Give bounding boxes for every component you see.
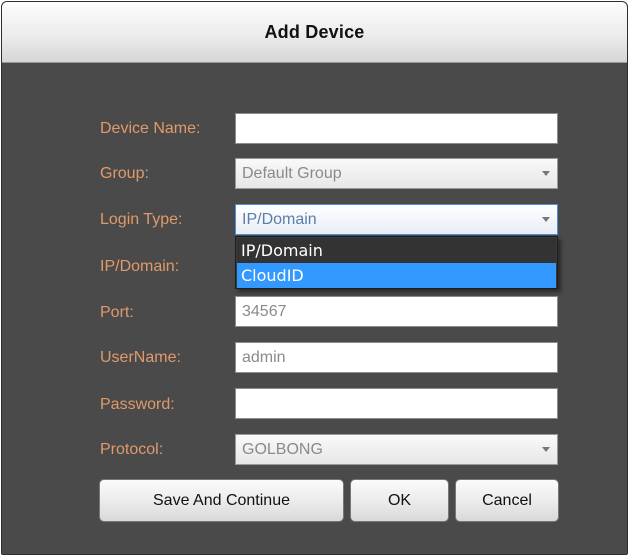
dialog-titlebar[interactable]: Add Device xyxy=(2,2,627,63)
chevron-down-icon xyxy=(542,447,550,452)
device-name-input[interactable] xyxy=(235,113,558,144)
dropdown-option-ip-domain[interactable]: IP/Domain xyxy=(237,238,556,263)
password-label: Password: xyxy=(100,396,175,413)
port-label: Port: xyxy=(100,304,134,321)
port-input[interactable]: 34567 xyxy=(235,296,558,327)
login-type-select[interactable]: IP/Domain xyxy=(235,204,558,235)
dialog-title: Add Device xyxy=(264,21,365,42)
add-device-dialog: Add Device Device Name: Group: Default G… xyxy=(1,1,628,555)
username-input[interactable]: admin xyxy=(235,342,558,373)
login-type-select-value: IP/Domain xyxy=(242,210,317,228)
group-label: Group: xyxy=(100,165,149,182)
login-type-label: Login Type: xyxy=(100,211,183,228)
password-input[interactable] xyxy=(235,388,558,419)
save-and-continue-button[interactable]: Save And Continue xyxy=(99,479,344,522)
login-type-dropdown-list: IP/Domain CloudID xyxy=(235,236,558,289)
ok-button[interactable]: OK xyxy=(350,479,449,522)
protocol-label: Protocol: xyxy=(100,441,164,458)
group-select[interactable]: Default Group xyxy=(235,158,558,189)
group-select-value: Default Group xyxy=(242,164,342,182)
protocol-select-value: GOLBONG xyxy=(242,440,323,458)
dropdown-option-cloudid[interactable]: CloudID xyxy=(237,263,556,288)
chevron-down-icon xyxy=(542,171,550,176)
chevron-down-icon xyxy=(542,217,550,222)
cancel-button[interactable]: Cancel xyxy=(455,479,559,522)
ip-domain-label: IP/Domain: xyxy=(100,258,180,275)
protocol-select[interactable]: GOLBONG xyxy=(235,434,558,465)
device-name-label: Device Name: xyxy=(100,120,201,137)
username-label: UserName: xyxy=(100,349,181,366)
